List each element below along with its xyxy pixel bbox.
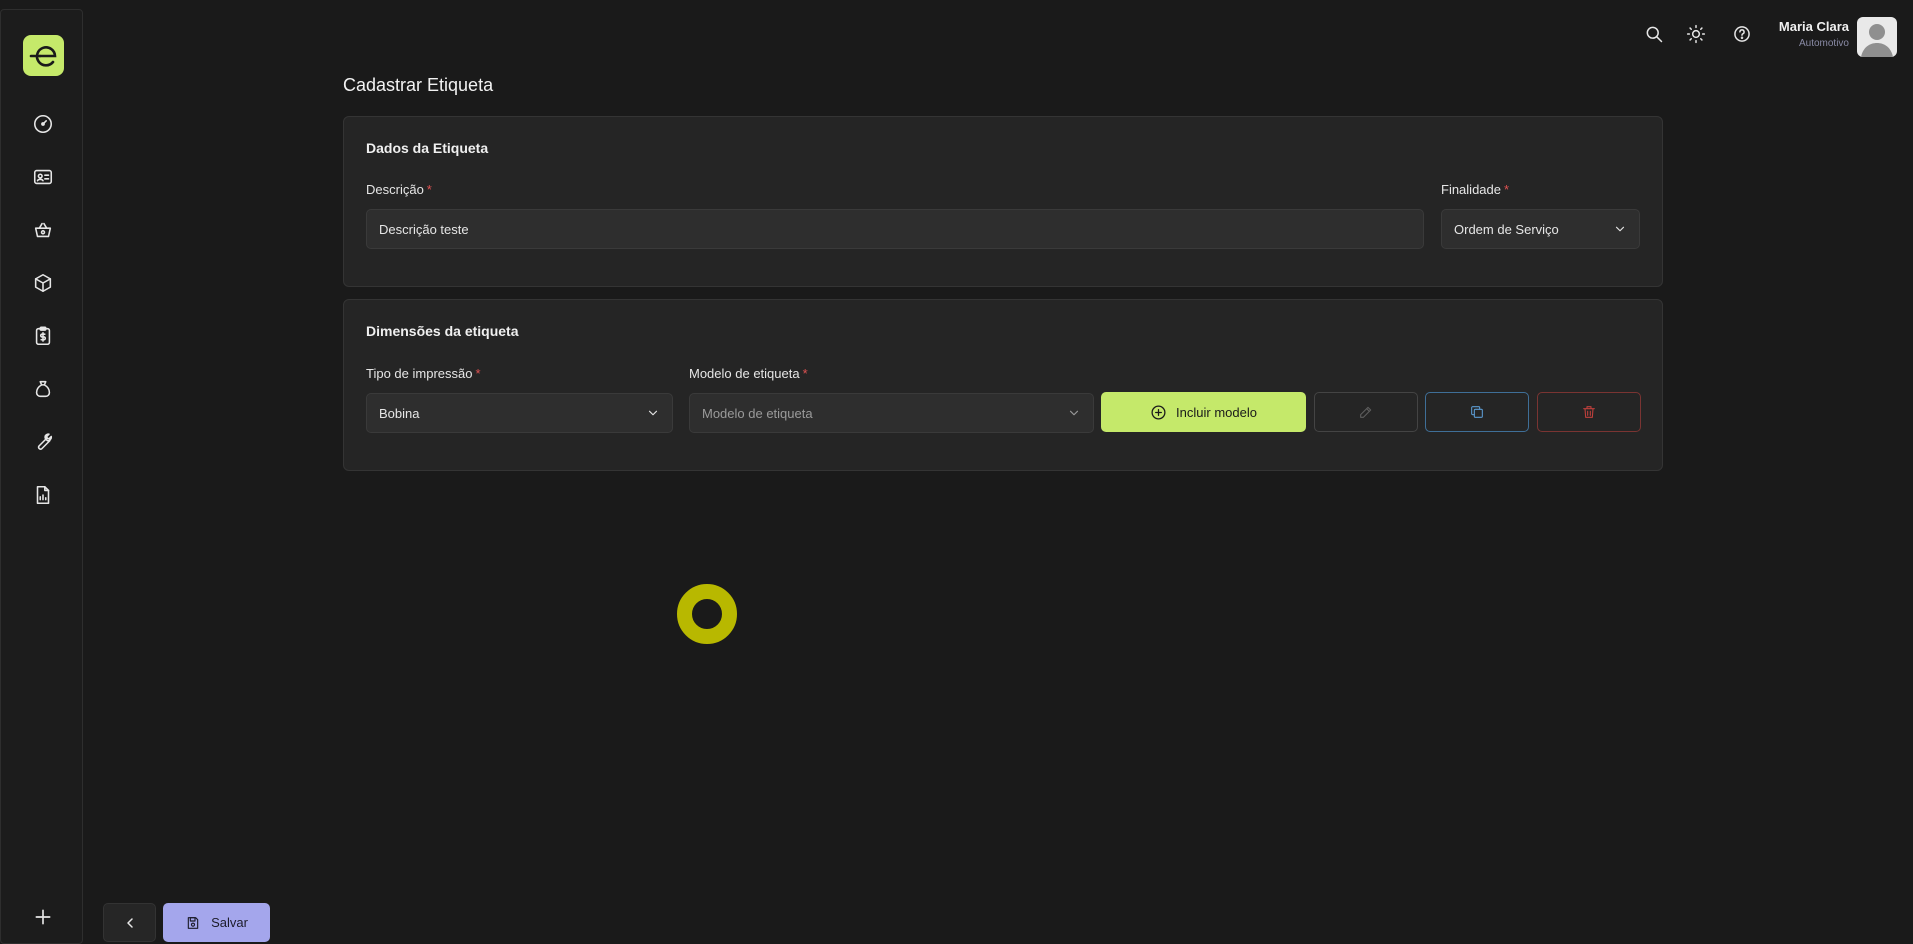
logo-e-icon	[29, 45, 56, 67]
user-avatar-icon	[1857, 17, 1897, 57]
descricao-value: Descrição teste	[379, 221, 469, 237]
user-company: Automotivo	[1798, 38, 1849, 49]
modelo-etiqueta-select[interactable]: Modelo de etiqueta	[689, 393, 1094, 433]
descricao-input[interactable]: Descrição teste	[366, 209, 1424, 249]
user-name: Maria Clara	[1778, 19, 1849, 34]
label-data-card: Dados da Etiqueta Descrição * Descrição t…	[343, 116, 1663, 287]
incluir-modelo-label: Incluir modelo	[1176, 404, 1257, 420]
delete-model-button[interactable]	[1537, 392, 1641, 432]
chevron-left-icon	[126, 917, 133, 928]
search-icon[interactable]	[1642, 22, 1666, 46]
wrench-icon[interactable]	[28, 427, 58, 457]
help-icon[interactable]	[1730, 22, 1754, 46]
clipboard-dollar-icon[interactable]	[28, 321, 58, 351]
loading-spinner	[677, 584, 737, 644]
sun-theme-icon[interactable]	[1684, 22, 1708, 46]
finalidade-select[interactable]: Ordem de Serviço	[1441, 209, 1640, 249]
required-mark: *	[426, 182, 432, 197]
tipo-impressao-label: Tipo de impressão *	[366, 366, 481, 381]
finalidade-label-text: Finalidade	[1441, 182, 1501, 197]
app-logo[interactable]	[23, 35, 64, 76]
incluir-modelo-button[interactable]: Incluir modelo	[1101, 392, 1306, 432]
page-title: Cadastrar Etiqueta	[343, 75, 494, 95]
required-mark: *	[1504, 182, 1510, 197]
copy-icon	[1471, 406, 1483, 418]
floppy-disk-icon	[187, 916, 199, 929]
contact-card-icon[interactable]	[28, 162, 58, 192]
save-button[interactable]: Salvar	[163, 903, 270, 942]
chevron-down-icon	[1067, 406, 1081, 420]
package-box-icon[interactable]	[28, 268, 58, 298]
duplicate-model-button[interactable]	[1425, 392, 1529, 432]
chevron-down-icon	[646, 406, 660, 420]
avatar[interactable]	[1857, 17, 1897, 57]
save-label: Salvar	[211, 915, 248, 930]
edit-model-button[interactable]	[1314, 392, 1418, 432]
descricao-label-text: Descrição	[366, 182, 424, 197]
tipo-impressao-select[interactable]: Bobina	[366, 393, 673, 433]
required-mark: *	[475, 366, 481, 381]
finalidade-label: Finalidade *	[1441, 182, 1509, 197]
tipo-label-text: Tipo de impressão	[366, 366, 473, 381]
pencil-edit-icon	[1360, 406, 1372, 418]
report-chart-icon[interactable]	[28, 480, 58, 510]
money-bag-icon[interactable]	[28, 374, 58, 404]
chevron-down-icon	[1613, 222, 1627, 236]
modelo-etiqueta-label: Modelo de etiqueta *	[689, 366, 808, 381]
required-mark: *	[802, 366, 808, 381]
label-dimensions-card: Dimensões da etiqueta Tipo de impressão *…	[343, 299, 1663, 471]
card-title: Dados da Etiqueta	[366, 140, 489, 156]
descricao-label: Descrição *	[366, 182, 432, 197]
tipo-impressao-value: Bobina	[379, 405, 420, 421]
shopping-basket-icon[interactable]	[28, 215, 58, 245]
modelo-label-text: Modelo de etiqueta	[689, 366, 800, 381]
trash-icon	[1583, 406, 1595, 418]
dashboard-gauge-icon[interactable]	[28, 109, 58, 139]
modelo-etiqueta-placeholder: Modelo de etiqueta	[702, 405, 813, 421]
card-title: Dimensões da etiqueta	[366, 323, 519, 339]
sidebar	[0, 9, 83, 944]
back-button[interactable]	[103, 903, 156, 942]
plus-circle-icon	[1151, 404, 1166, 420]
plus-icon[interactable]	[31, 905, 55, 929]
finalidade-value: Ordem de Serviço	[1454, 221, 1559, 237]
